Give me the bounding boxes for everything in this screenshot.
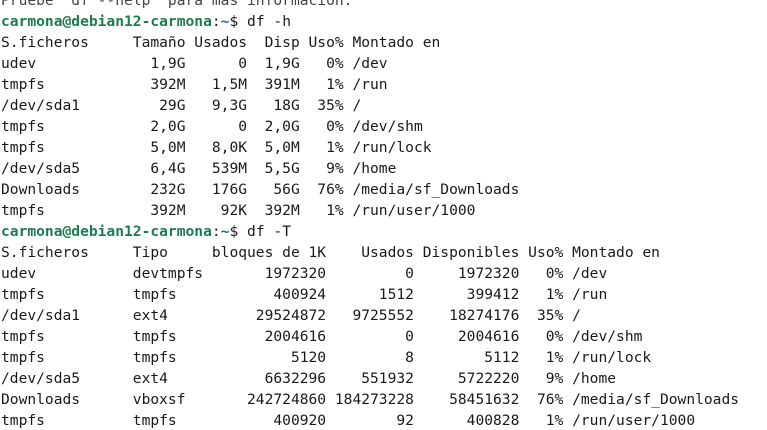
output-line: /dev/sda5 ext4 6632296 551932 5722220 9%… bbox=[1, 370, 617, 387]
command-text: df -T bbox=[238, 223, 291, 240]
prompt-line: carmona@debian12-carmona:~$ df -h bbox=[1, 11, 739, 32]
output-line: tmpfs tmpfs 400924 1512 399412 1% /run bbox=[1, 286, 608, 303]
output-line: Downloads 232G 176G 56G 76% /media/sf_Do… bbox=[1, 181, 520, 198]
clipped-output-line: Pruebe 'df --help' para más información. bbox=[1, 0, 353, 9]
output-line: tmpfs 392M 1,5M 391M 1% /run bbox=[1, 76, 388, 93]
output-line: /dev/sda1 ext4 29524872 9725552 18274176… bbox=[1, 307, 581, 324]
output-line: tmpfs tmpfs 2004616 0 2004616 0% /dev/sh… bbox=[1, 328, 643, 345]
output-line: /dev/sda1 29G 9,3G 18G 35% / bbox=[1, 97, 362, 114]
prompt-separator: : bbox=[211, 223, 221, 240]
prompt-symbol: $ bbox=[229, 223, 239, 240]
prompt-user-host: carmona@debian12-carmona bbox=[1, 13, 212, 30]
output-line: tmpfs 5,0M 8,0K 5,0M 1% /run/lock bbox=[1, 139, 432, 156]
prompt-user-host: carmona@debian12-carmona bbox=[1, 223, 212, 240]
output-header: S.ficheros Tamaño Usados Disp Uso% Monta… bbox=[1, 34, 441, 51]
prompt-separator: : bbox=[211, 13, 221, 30]
output-line: tmpfs tmpfs 5120 8 5112 1% /run/lock bbox=[1, 349, 652, 366]
output-line: tmpfs 2,0G 0 2,0G 0% /dev/shm bbox=[1, 118, 423, 135]
output-header: S.ficheros Tipo bloques de 1K Usados Dis… bbox=[1, 244, 660, 261]
output-line: tmpfs 392M 92K 392M 1% /run/user/1000 bbox=[1, 202, 476, 219]
prompt-symbol: $ bbox=[229, 13, 239, 30]
output-line: udev 1,9G 0 1,9G 0% /dev bbox=[1, 55, 388, 72]
output-line: tmpfs tmpfs 400920 92 400828 1% /run/use… bbox=[1, 412, 696, 429]
output-line: udev devtmpfs 1972320 0 1972320 0% /dev bbox=[1, 265, 608, 282]
output-line: Downloads vboxsf 242724860 184273228 584… bbox=[1, 391, 740, 408]
prompt-line: carmona@debian12-carmona:~$ df -T bbox=[1, 221, 739, 242]
terminal-window[interactable]: Pruebe 'df --help' para más información.… bbox=[0, 0, 767, 430]
output-line: /dev/sda5 6,4G 539M 5,5G 9% /home bbox=[1, 160, 397, 177]
command-text: df -h bbox=[238, 13, 291, 30]
